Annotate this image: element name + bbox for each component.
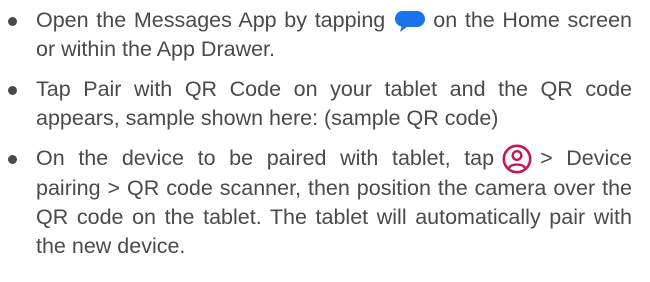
item-text: Tap Pair with QR Code on your tablet and… [36, 77, 632, 130]
account-circle-icon [502, 144, 532, 174]
instruction-list: Open the Messages App by tapping on the H… [0, 0, 650, 261]
item-text-before: On the device to be paired with tablet, … [36, 146, 495, 170]
bullet-icon [8, 17, 17, 26]
messages-bubble-icon [393, 9, 426, 33]
list-item-device-pairing: On the device to be paired with tablet, … [8, 144, 632, 261]
list-item-open-messages: Open the Messages App by tapping on the H… [8, 6, 632, 64]
bullet-icon [8, 155, 17, 164]
list-item-pair-qr: Tap Pair with QR Code on your tablet and… [8, 75, 632, 133]
item-text-before: Open the Messages App by tapping [36, 8, 386, 32]
bullet-icon [8, 86, 17, 95]
